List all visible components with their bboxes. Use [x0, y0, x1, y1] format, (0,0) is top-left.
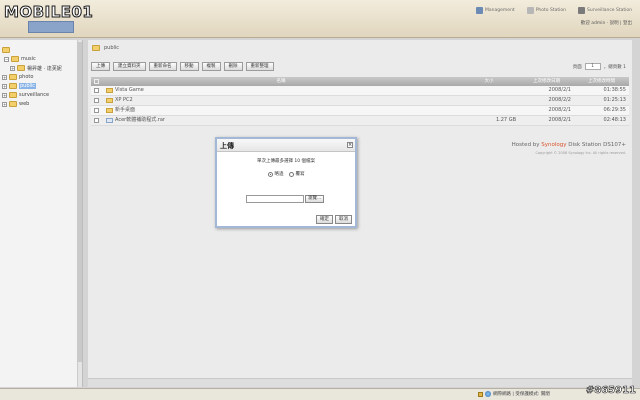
column-date[interactable]: 上次修改日期: [519, 77, 574, 86]
folder-icon: [9, 92, 17, 98]
dialog-title-bar[interactable]: 上傳 ×: [217, 139, 355, 152]
user-links[interactable]: 歡迎 admin · 說明 | 登出: [581, 20, 632, 26]
watermark: #865911: [585, 385, 637, 397]
overwrite-radio[interactable]: 覆寫: [288, 171, 305, 177]
row-checkbox[interactable]: [94, 88, 99, 93]
delete-button[interactable]: 刪除: [223, 62, 243, 71]
browser-status-bar: 網際網路 | 受保護模式: 關閉: [0, 388, 640, 400]
tree-item-surveillance[interactable]: + surveillance: [2, 91, 49, 99]
tree-scrollbar[interactable]: [77, 40, 82, 387]
file-panel: public 上傳 建立資料夾 重新命名 移動 複製 刪除 重新整理 頁面 1 …: [88, 40, 632, 387]
logo: MOBILE01: [3, 3, 94, 22]
folder-tree: − music + 楊昇雄 · 達芙妮 + photo + public + s…: [0, 40, 83, 387]
column-time[interactable]: 上次修改時間: [574, 77, 629, 86]
radio-selected-icon[interactable]: [267, 171, 273, 177]
folder-icon: [11, 56, 19, 62]
folder-icon: [9, 83, 17, 89]
tree-scrollbar-thumb[interactable]: [77, 42, 82, 362]
row-checkbox[interactable]: [94, 108, 99, 113]
expand-icon[interactable]: +: [2, 101, 7, 107]
photo-station-link[interactable]: Photo Station: [526, 7, 566, 14]
rename-button[interactable]: 重新命名: [148, 62, 177, 71]
folder-icon: [9, 74, 17, 80]
logo-subtitle: [28, 21, 74, 33]
expand-icon[interactable]: +: [2, 83, 7, 89]
tree-item-public[interactable]: + public: [2, 82, 37, 90]
security-zone[interactable]: 網際網路 | 受保護模式: 關閉: [478, 391, 550, 397]
folder-icon: [92, 45, 100, 51]
table-row[interactable]: XP PC2 2008/2/2 01:25:13: [91, 96, 629, 106]
select-all-checkbox[interactable]: [94, 79, 99, 84]
archive-file-icon: [106, 118, 113, 123]
tree-item-web[interactable]: + web: [2, 100, 29, 108]
ok-button[interactable]: 確定: [316, 215, 333, 224]
create-folder-button[interactable]: 建立資料夾: [113, 62, 146, 71]
table-header: 名稱 大小 上次修改日期 上次修改時間: [91, 77, 629, 86]
radio-unselected-icon[interactable]: [288, 171, 294, 177]
lock-icon: [478, 391, 483, 397]
folder-icon: [17, 65, 25, 71]
path-bar: public: [92, 45, 119, 51]
file-picker: 瀏覽...: [246, 195, 325, 203]
column-size[interactable]: 大小: [459, 77, 519, 86]
collapse-icon[interactable]: −: [4, 56, 9, 62]
skip-radio[interactable]: 略過: [267, 171, 284, 177]
browse-button[interactable]: 瀏覽...: [305, 195, 325, 203]
management-link[interactable]: Management: [476, 7, 515, 14]
column-name[interactable]: 名稱: [103, 77, 459, 86]
horizontal-scrollbar[interactable]: [88, 378, 632, 387]
move-button[interactable]: 移動: [179, 62, 199, 71]
tree-root[interactable]: [2, 46, 12, 54]
dialog-buttons: 確定 取消: [316, 215, 352, 224]
select-all-column[interactable]: [91, 77, 103, 86]
expand-icon[interactable]: +: [2, 92, 7, 98]
surveillance-station-link[interactable]: Surveillance Station: [577, 7, 632, 14]
cancel-button[interactable]: 取消: [335, 215, 352, 224]
toolbar: 上傳 建立資料夾 重新命名 移動 複製 刪除 重新整理: [91, 62, 274, 71]
app-header: MOBILE01 Management Photo Station Survei…: [0, 0, 640, 38]
table-row[interactable]: Acer軟體補助程式.rar 1.27 GB 2008/2/1 02:48:13: [91, 116, 629, 126]
folder-icon: [106, 108, 113, 113]
row-checkbox[interactable]: [94, 98, 99, 103]
photo-icon: [526, 7, 534, 14]
page-input[interactable]: 1: [584, 63, 601, 70]
expand-icon[interactable]: +: [10, 65, 15, 71]
refresh-button[interactable]: 重新整理: [245, 62, 274, 71]
folder-icon: [106, 88, 113, 93]
tree-item-subfolder[interactable]: + 楊昇雄 · 達芙妮: [10, 64, 62, 72]
hosted-by-label: Hosted by Synology Disk Station DS107+: [511, 142, 626, 148]
pager: 頁面 1 ，總頁數 1: [572, 63, 626, 70]
dialog-title: 上傳: [220, 142, 234, 150]
overwrite-options: 略過 覆寫: [217, 171, 355, 177]
folder-icon: [2, 47, 10, 53]
table-row[interactable]: 新手桌面 2008/2/1 06:29:35: [91, 106, 629, 116]
header-links: Management Photo Station Surveillance St…: [476, 7, 632, 14]
management-icon: [476, 7, 484, 14]
surveillance-icon: [577, 7, 585, 14]
copy-button[interactable]: 複製: [201, 62, 221, 71]
tree-item-music[interactable]: − music: [4, 55, 36, 63]
tree-item-photo[interactable]: + photo: [2, 73, 33, 81]
table-row[interactable]: Vista Game 2008/2/1 01:38:55: [91, 86, 629, 96]
dialog-message: 單次上傳最多選擇 10 個檔案: [256, 159, 316, 164]
folder-icon: [9, 101, 17, 107]
file-table: 名稱 大小 上次修改日期 上次修改時間 Vista Game 2008/2/1 …: [91, 77, 629, 126]
globe-icon: [485, 391, 491, 397]
folder-icon: [106, 98, 113, 103]
copyright: Copyright © 2008 Synology Inc. All right…: [535, 151, 626, 155]
brand-name[interactable]: Synology: [541, 142, 566, 148]
expand-icon[interactable]: +: [2, 74, 7, 80]
upload-dialog: 上傳 × 單次上傳最多選擇 10 個檔案 略過 覆寫 瀏覽... 確定 取消: [215, 137, 357, 228]
current-path: public: [104, 45, 120, 51]
file-path-input[interactable]: [246, 195, 304, 203]
upload-button[interactable]: 上傳: [91, 62, 110, 71]
close-icon[interactable]: ×: [347, 142, 353, 148]
row-checkbox[interactable]: [94, 118, 99, 123]
